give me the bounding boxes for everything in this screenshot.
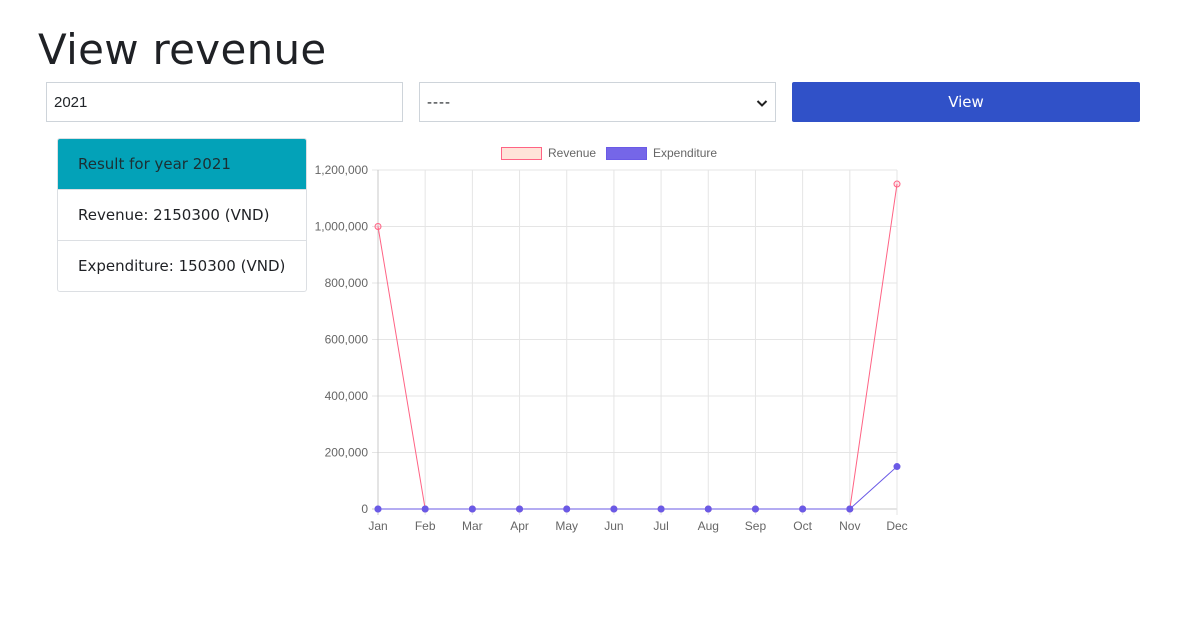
y-tick-label: 400,000 bbox=[325, 389, 369, 403]
x-tick-label: Jun bbox=[604, 519, 623, 533]
revenue-point bbox=[374, 223, 382, 230]
year-input[interactable] bbox=[46, 82, 403, 122]
x-tick-label: Dec bbox=[886, 519, 907, 533]
x-tick-label: Oct bbox=[793, 519, 812, 533]
legend-swatch-revenue bbox=[501, 147, 542, 160]
y-tick-label: 0 bbox=[361, 502, 368, 516]
legend-label-revenue: Revenue bbox=[548, 146, 596, 160]
x-tick-label: Mar bbox=[462, 519, 483, 533]
x-tick-label: Jul bbox=[653, 519, 668, 533]
y-tick-label: 200,000 bbox=[325, 446, 369, 460]
expenditure-point bbox=[846, 505, 854, 513]
x-tick-label: Aug bbox=[698, 519, 719, 533]
revenue-chart-svg: 0 200,000 400,000 600,000 800,000 1,000,000 1,… bbox=[315, 146, 908, 533]
revenue-point bbox=[893, 180, 901, 188]
result-card: Result for year 2021 Revenue: 2150300 (V… bbox=[57, 138, 307, 292]
expenditure-point bbox=[468, 505, 476, 513]
y-tick-label: 600,000 bbox=[325, 333, 369, 347]
chevron-down-icon bbox=[756, 96, 768, 108]
revenue-chart: 0 200,000 400,000 600,000 800,000 1,000,000 1,… bbox=[300, 138, 920, 548]
expenditure-point bbox=[563, 505, 571, 513]
x-tick-label: Apr bbox=[510, 519, 529, 533]
x-tick-label: May bbox=[555, 519, 578, 533]
expenditure-point bbox=[516, 505, 524, 513]
y-tick-label: 1,000,000 bbox=[315, 220, 369, 234]
expenditure-point bbox=[704, 505, 712, 513]
x-tick-label: Jan bbox=[368, 519, 387, 533]
expenditure-point bbox=[374, 505, 382, 513]
expenditure-line bbox=[378, 466, 898, 510]
result-header: Result for year 2021 bbox=[58, 139, 306, 189]
legend-swatch-expenditure bbox=[606, 147, 647, 160]
expenditure-point bbox=[893, 463, 901, 471]
expenditure-point bbox=[421, 505, 429, 513]
expenditure-total: Expenditure: 150300 (VND) bbox=[58, 240, 306, 291]
x-tick-label: Nov bbox=[839, 519, 860, 533]
month-select-value: ---- bbox=[427, 93, 451, 111]
x-tick-label: Sep bbox=[745, 519, 767, 533]
expenditure-point bbox=[799, 505, 807, 513]
page-title: View revenue bbox=[38, 25, 327, 74]
revenue-total: Revenue: 2150300 (VND) bbox=[58, 189, 306, 240]
y-tick-label: 800,000 bbox=[325, 276, 369, 290]
expenditure-point bbox=[751, 505, 759, 513]
expenditure-point bbox=[610, 505, 618, 513]
revenue-line bbox=[377, 183, 898, 510]
view-button[interactable]: View bbox=[792, 82, 1140, 122]
expenditure-point bbox=[657, 505, 665, 513]
y-tick-label: 1,200,000 bbox=[315, 163, 369, 177]
legend-label-expenditure: Expenditure bbox=[653, 146, 717, 160]
month-select[interactable]: ---- bbox=[419, 82, 776, 122]
x-tick-label: Feb bbox=[415, 519, 436, 533]
